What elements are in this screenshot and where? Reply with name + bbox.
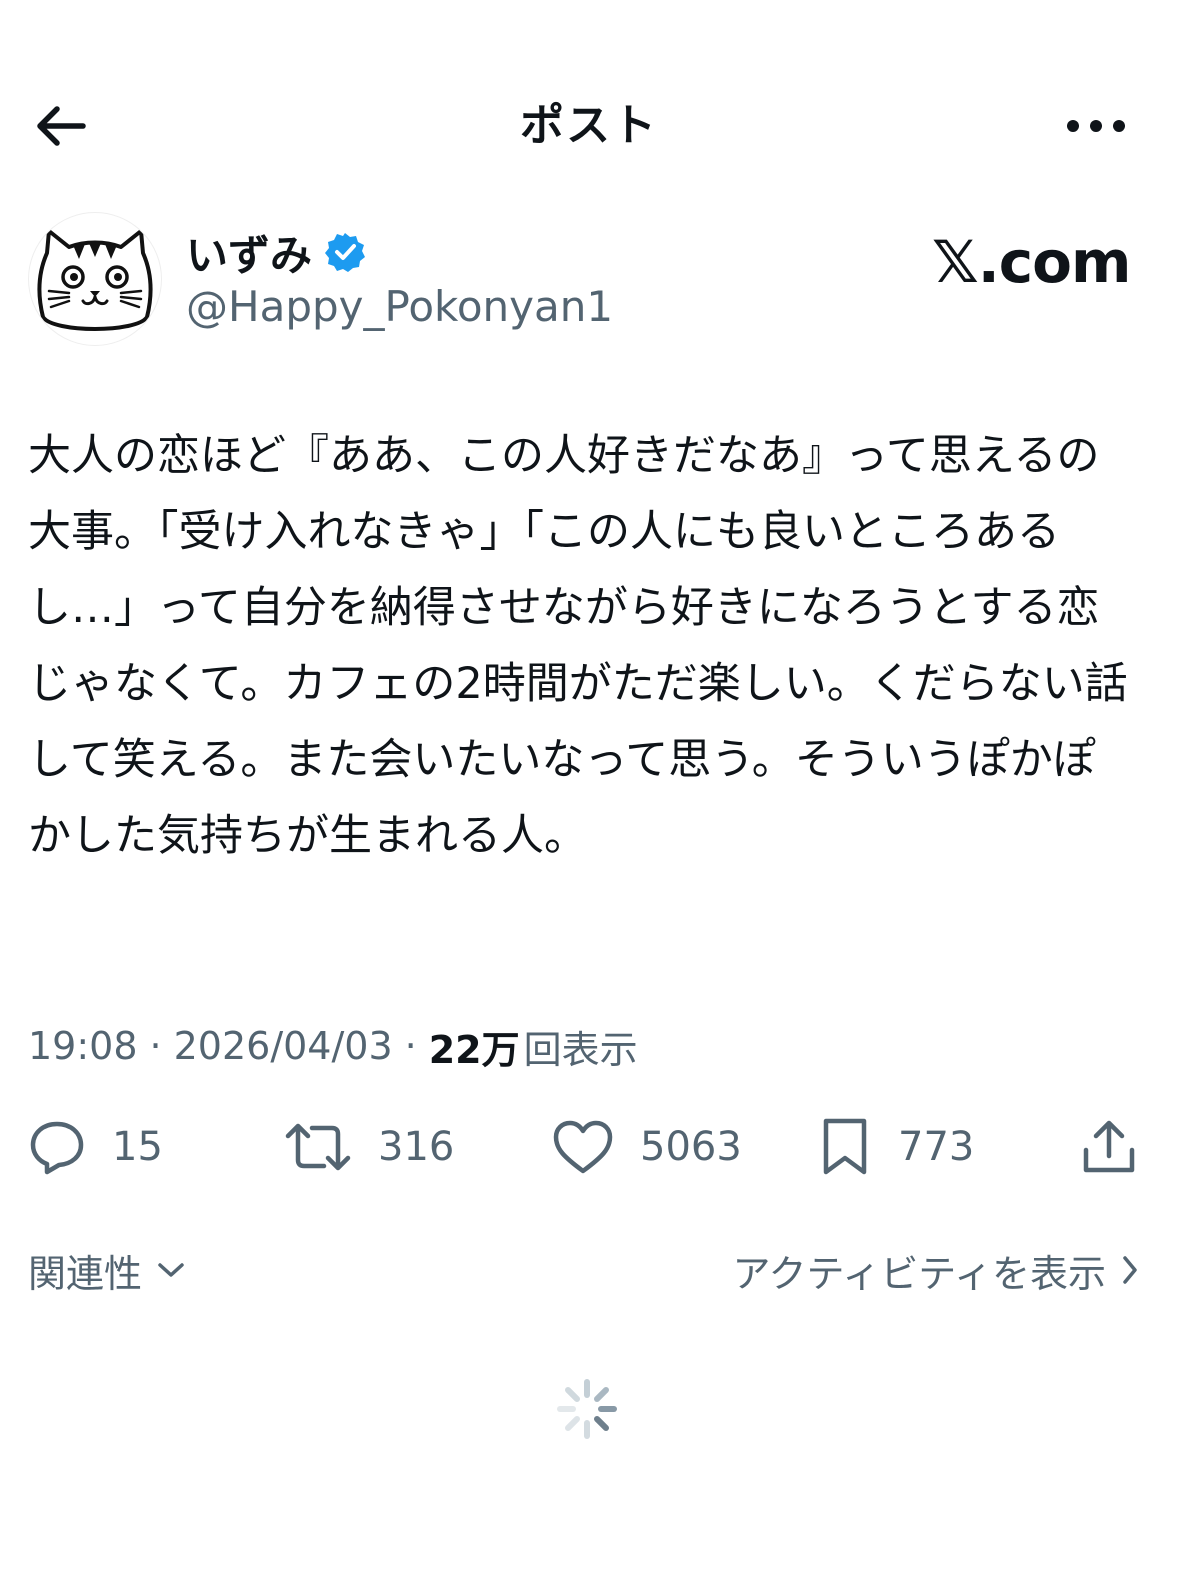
spinner-icon <box>557 1379 617 1439</box>
author-name: いずみ <box>186 230 313 280</box>
cat-face-avatar-icon <box>37 229 153 331</box>
loading-spinner <box>554 1376 620 1442</box>
post-text: 大人の恋ほど『ああ、この人好きだなあ』って思えるの大事。「受け入れなきゃ」「この… <box>28 431 1128 861</box>
relevance-label: 関連性 <box>28 1251 143 1296</box>
bookmark-button[interactable]: 773 <box>818 1112 974 1182</box>
repost-count: 316 <box>378 1124 455 1170</box>
bookmark-count: 773 <box>898 1124 975 1170</box>
chevron-right-icon <box>1123 1256 1137 1284</box>
chevron-down-icon <box>158 1263 184 1277</box>
reply-button[interactable]: 15 <box>28 1112 163 1182</box>
post-meta: 19:08 · 2026/04/03 · 22万 回表示 <box>28 1018 638 1074</box>
heart-icon <box>553 1120 613 1174</box>
verified-badge-icon <box>325 233 366 272</box>
like-button[interactable]: 5063 <box>552 1112 742 1182</box>
views-count: 22万 <box>428 1027 520 1072</box>
meta-separator: · <box>149 1024 162 1068</box>
avatar[interactable] <box>28 212 162 346</box>
more-horizontal-icon <box>1067 120 1125 132</box>
author-name-row[interactable]: いずみ <box>186 222 366 282</box>
post-date[interactable]: 2026/04/03 <box>174 1024 393 1068</box>
bookmark-icon <box>823 1118 867 1175</box>
views-label: 回表示 <box>523 1027 638 1072</box>
post-time[interactable]: 19:08 <box>28 1024 138 1068</box>
meta-separator: · <box>404 1024 417 1068</box>
view-activity-link[interactable]: アクティビティを表示 <box>708 1242 1140 1298</box>
more-options-button[interactable] <box>1056 100 1136 152</box>
share-icon <box>1083 1120 1135 1173</box>
page-title: ポスト <box>520 100 658 151</box>
repost-icon <box>285 1123 351 1171</box>
relevance-sort-dropdown[interactable]: 関連性 <box>28 1242 186 1298</box>
xcom-watermark: 𝕏.com <box>932 228 1131 296</box>
reply-count: 15 <box>112 1124 163 1170</box>
share-button[interactable] <box>1080 1112 1138 1182</box>
reply-icon <box>30 1121 84 1175</box>
activity-label: アクティビティを表示 <box>732 1251 1106 1296</box>
author-handle[interactable]: @Happy_Pokonyan1 <box>186 282 613 331</box>
repost-button[interactable]: 316 <box>284 1112 454 1182</box>
like-count: 5063 <box>640 1124 742 1170</box>
